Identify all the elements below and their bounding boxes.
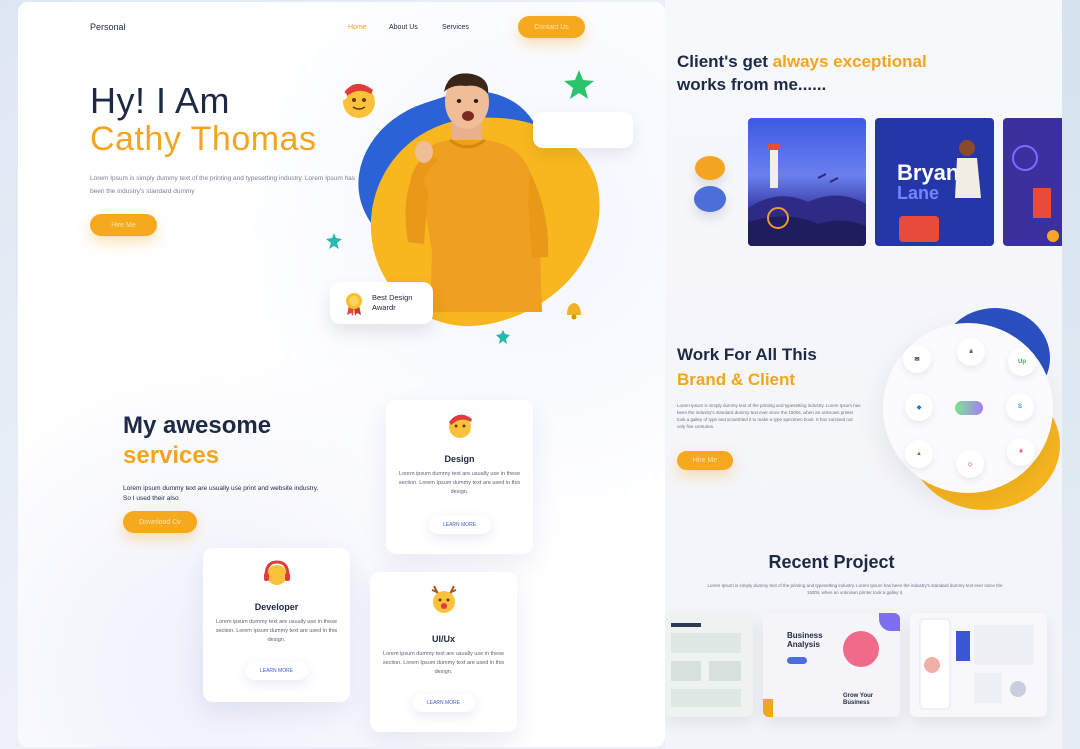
learn-more-link[interactable]: LEARN MORE [245, 662, 308, 680]
figure-illustration [899, 140, 981, 242]
award-label: Best Design Awardr [372, 293, 413, 312]
client-work-thumbnail[interactable] [1003, 118, 1062, 246]
amazon-icon: a [957, 338, 985, 366]
project-footer: Grow Your [843, 693, 874, 699]
project-card[interactable] [665, 613, 753, 717]
learn-more-link[interactable]: LEARN MORE [412, 694, 475, 712]
work-title-highlight: Brand & Client [677, 370, 796, 389]
clients-title-line2: works from me...... [677, 75, 827, 94]
landscape-illustration [748, 144, 866, 246]
side-strip [1062, 0, 1080, 749]
airbnb-icon: ◇ [956, 450, 984, 478]
clients-title: Client's get always exceptional [677, 52, 927, 72]
service-card-design: Design Lorem ipsum dummy text are usuall… [386, 400, 533, 554]
prev-button[interactable] [695, 156, 725, 180]
service-text: Lorem ipsum dummy text are usually use i… [398, 471, 521, 495]
client-work-thumbnail[interactable]: Bryan Lane [875, 118, 994, 246]
project-card[interactable]: Business Analysis Grow Your Business [763, 613, 900, 717]
brand-logo[interactable]: Personal [90, 22, 126, 32]
project-footer: Business [843, 700, 870, 706]
service-text: Lorem ipsum dummy text are usually use i… [215, 619, 338, 643]
shopify-icon: ▲ [905, 440, 933, 468]
project-corner [879, 613, 900, 631]
project-title: Analysis [787, 640, 820, 649]
reindeer-emoji-icon [431, 585, 456, 613]
services-title: My awesome [123, 412, 272, 439]
services-title-highlight: services [123, 442, 220, 469]
small-star-icon [326, 233, 342, 249]
project-button [787, 657, 807, 664]
hero-greeting: Hy! I Am [90, 80, 231, 121]
nav-home[interactable]: Home [348, 24, 367, 31]
portfolio-panel: Client's get always exceptional works fr… [665, 0, 1062, 749]
recent-projects-description: Lorem Ipsum is simply dummy text of the … [707, 583, 1003, 595]
work-title: Work For All This [677, 345, 817, 364]
hero-panel: Personal Home About Us Services Contact … [18, 2, 665, 747]
clients-title-prefix: Client's get [677, 52, 773, 71]
project-avatar [843, 631, 879, 667]
slack-icon: # [1007, 438, 1035, 466]
download-cv-button[interactable]: Download Cv [123, 511, 197, 533]
work-description: Lorem Ipsum is simply dummy text of the … [677, 403, 861, 429]
hire-me-button[interactable]: Hire Me [90, 214, 157, 236]
abstract-illustration [1012, 145, 1059, 242]
client-work-thumbnail[interactable] [748, 118, 866, 246]
learn-more-link[interactable]: LEARN MORE [428, 516, 491, 534]
service-card-developer: Developer Lorem ipsum dummy text are usu… [203, 548, 350, 702]
toggle-logo-icon [955, 401, 983, 415]
recent-projects-title: Recent Project [768, 552, 895, 572]
santa-emoji-icon [448, 414, 472, 438]
dropbox-icon: ◆ [905, 393, 933, 421]
project-preview [919, 618, 1034, 710]
hire-me-button[interactable]: Hire Me [677, 451, 733, 470]
hero-name: Cathy Thomas [90, 120, 317, 158]
project-accent [763, 699, 773, 717]
nav-services[interactable]: Services [442, 24, 469, 31]
services-description: Lorem ipsum dummy text are usually use p… [123, 485, 319, 502]
service-title: Developer [254, 602, 299, 612]
service-card-uiux: UI/Ux Lorem ipsum dummy text are usually… [370, 572, 517, 732]
nav-about[interactable]: About Us [389, 24, 418, 31]
skype-icon: S [1006, 393, 1034, 421]
project-preview [671, 623, 741, 707]
project-card[interactable] [910, 613, 1047, 717]
service-title: UI/Ux [431, 634, 455, 644]
star-icon [564, 70, 594, 99]
mailchimp-icon: ✉ [903, 345, 931, 373]
service-text: Lorem ipsum dummy text are usually use i… [382, 651, 505, 675]
santa-emoji-icon [339, 83, 375, 118]
service-title: Design [444, 454, 475, 464]
clients-title-highlight: always exceptional [772, 52, 927, 71]
small-star-icon [496, 330, 510, 344]
award-card: Best Design Awardr [330, 282, 433, 324]
medal-icon [346, 293, 362, 316]
contact-button[interactable]: Contact Us [518, 16, 585, 38]
next-button[interactable] [694, 186, 726, 212]
hero-description: Lorem Ipsum is simply dummy text of the … [90, 175, 356, 195]
project-title: Business [787, 631, 823, 640]
headphones-emoji-icon [263, 560, 290, 585]
bell-icon [567, 303, 581, 320]
floating-card [533, 112, 633, 148]
upwork-icon: Up [1008, 348, 1036, 376]
